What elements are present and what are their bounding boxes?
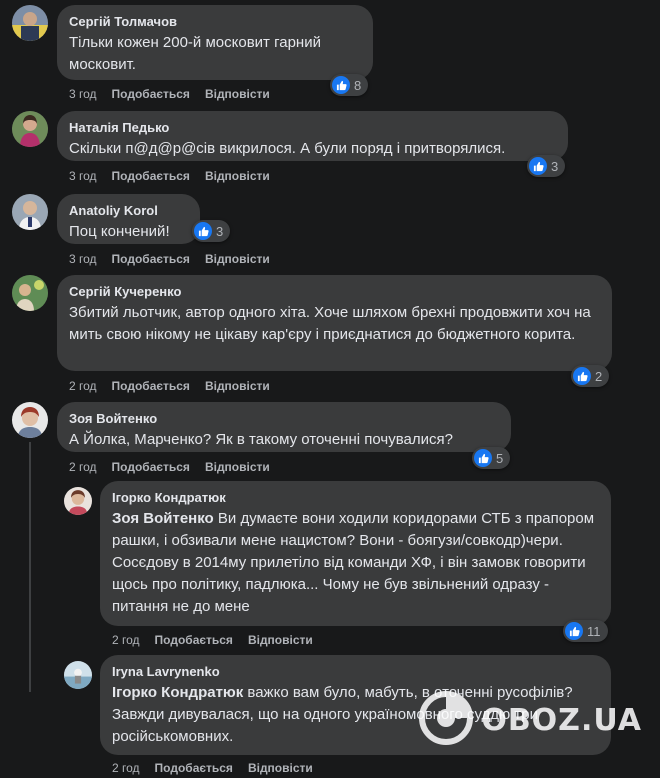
- reaction-count-value: 5: [496, 450, 504, 466]
- reply-author[interactable]: Iryna Lavrynenko: [112, 663, 599, 680]
- reply-actions: 2 год Подобається Відповісти: [112, 632, 328, 648]
- reply-text: Зоя Войтенко Ви думаєте вони ходили кори…: [112, 508, 599, 618]
- comment-bubble: Зоя Войтенко А Йолка, Марченко? Як в так…: [57, 402, 511, 452]
- thumbs-up-icon: [332, 76, 350, 94]
- like-link[interactable]: Подобається: [112, 459, 190, 475]
- reply-actions: 2 год Подобається Відповісти: [112, 760, 328, 776]
- reply-link[interactable]: Відповісти: [205, 168, 270, 184]
- comment-time[interactable]: 3 год: [69, 251, 97, 267]
- comment-bubble: Сергій Кучеренко Збитий льотчик, автор о…: [57, 275, 612, 371]
- reply-link[interactable]: Відповісти: [205, 378, 270, 394]
- reaction-count[interactable]: 11: [563, 620, 608, 642]
- reaction-count[interactable]: 5: [472, 447, 510, 469]
- reply-link[interactable]: Відповісти: [205, 251, 270, 267]
- comment-actions: 3 год Подобається Відповісти: [69, 168, 285, 184]
- comment-text: Збитий льотчик, автор одного хіта. Хоче …: [69, 304, 591, 343]
- mention-link[interactable]: Зоя Войтенко: [112, 510, 214, 527]
- watermark: OBOZ.UA: [419, 691, 642, 750]
- thumbs-up-icon: [529, 157, 547, 175]
- reaction-count-value: 2: [595, 368, 603, 384]
- like-link[interactable]: Подобається: [112, 378, 190, 394]
- reply-time[interactable]: 2 год: [112, 760, 140, 776]
- reaction-count[interactable]: 3: [527, 155, 565, 177]
- avatar[interactable]: [64, 661, 92, 689]
- comment-actions: 2 год Подобається Відповісти: [69, 378, 285, 394]
- comment-author[interactable]: Anatoliy Korol: [69, 202, 188, 219]
- reply-link[interactable]: Відповісти: [205, 459, 270, 475]
- watermark-text: OBOZ.UA: [481, 703, 642, 738]
- like-link[interactable]: Подобається: [112, 251, 190, 267]
- comment-bubble: Сергій Толмачов Тільки кожен 200-й моско…: [57, 5, 373, 80]
- reply-author[interactable]: Ігорко Кондратюк: [112, 489, 599, 506]
- like-link[interactable]: Подобається: [112, 86, 190, 102]
- reaction-count-value: 11: [587, 623, 601, 639]
- comment-time[interactable]: 3 год: [69, 168, 97, 184]
- comment-actions: 3 год Подобається Відповісти: [69, 86, 285, 102]
- comment-text: Скільки п@д@р@сів викрилося. А були поря…: [69, 140, 506, 157]
- thumbs-up-icon: [194, 222, 212, 240]
- comment-author[interactable]: Наталія Педько: [69, 119, 556, 136]
- thumbs-up-icon: [474, 449, 492, 467]
- reaction-count[interactable]: 8: [330, 74, 368, 96]
- like-link[interactable]: Подобається: [155, 760, 233, 776]
- avatar[interactable]: [12, 194, 48, 230]
- thumbs-up-icon: [565, 622, 583, 640]
- comment-time[interactable]: 2 год: [69, 378, 97, 394]
- comment-author[interactable]: Сергій Толмачов: [69, 13, 361, 30]
- reaction-count[interactable]: 2: [571, 365, 609, 387]
- comment-text: А Йолка, Марченко? Як в такому оточенні …: [69, 431, 453, 448]
- comment-bubble: Anatoliy Korol Поц кончений!: [57, 194, 200, 244]
- reaction-count[interactable]: 3: [192, 220, 230, 242]
- reaction-count-value: 8: [354, 77, 362, 93]
- comment-actions: 3 год Подобається Відповісти: [69, 251, 285, 267]
- avatar[interactable]: [64, 487, 92, 515]
- comment-text: Поц кончений!: [69, 223, 170, 240]
- thread-line: [29, 442, 31, 692]
- comment-time[interactable]: 3 год: [69, 86, 97, 102]
- like-link[interactable]: Подобається: [112, 168, 190, 184]
- mention-link[interactable]: Ігорко Кондратюк: [112, 684, 243, 701]
- avatar[interactable]: [12, 111, 48, 147]
- comment-text: Тільки кожен 200-й московит гарний моско…: [69, 34, 321, 73]
- reply-bubble: Ігорко Кондратюк Зоя Войтенко Ви думаєте…: [100, 481, 611, 626]
- reply-time[interactable]: 2 год: [112, 632, 140, 648]
- comment-author[interactable]: Сергій Кучеренко: [69, 283, 600, 300]
- reply-link[interactable]: Відповісти: [248, 760, 313, 776]
- oboz-logo-icon: [419, 691, 474, 750]
- comment-actions: 2 год Подобається Відповісти: [69, 459, 285, 475]
- avatar[interactable]: [12, 275, 48, 311]
- comment-time[interactable]: 2 год: [69, 459, 97, 475]
- reaction-count-value: 3: [216, 223, 224, 239]
- comment-author[interactable]: Зоя Войтенко: [69, 410, 499, 427]
- avatar[interactable]: [12, 5, 48, 41]
- reply-link[interactable]: Відповісти: [248, 632, 313, 648]
- avatar[interactable]: [12, 402, 48, 438]
- comment-bubble: Наталія Педько Скільки п@д@р@сів викрило…: [57, 111, 568, 161]
- like-link[interactable]: Подобається: [155, 632, 233, 648]
- reply-link[interactable]: Відповісти: [205, 86, 270, 102]
- reaction-count-value: 3: [551, 158, 559, 174]
- thumbs-up-icon: [573, 367, 591, 385]
